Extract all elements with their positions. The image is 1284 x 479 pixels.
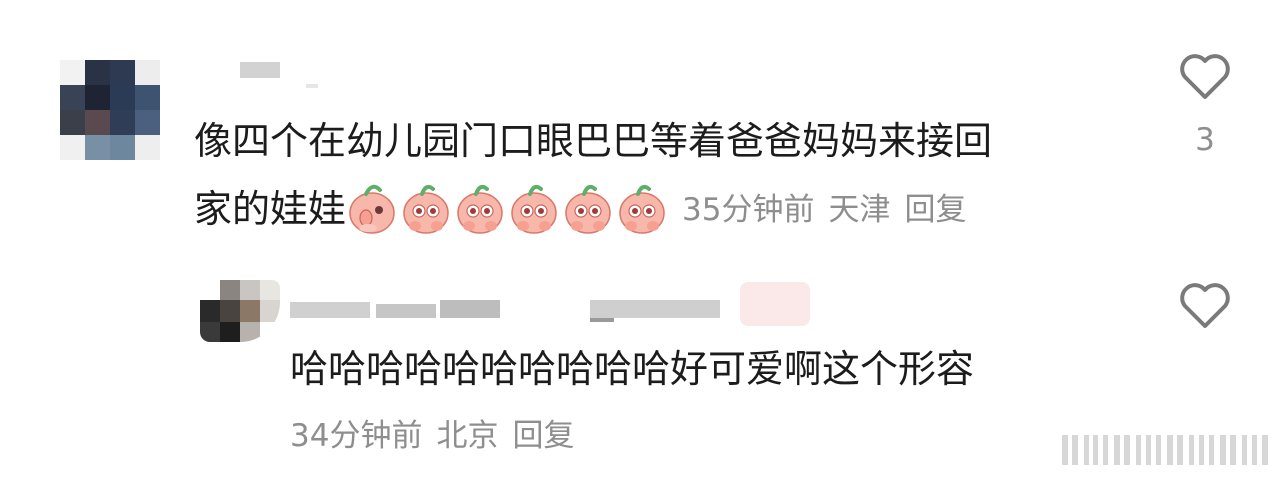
- peach-doll-emoji: [511, 184, 557, 234]
- reply-reply-button[interactable]: 回复: [512, 418, 574, 454]
- reply-meta: 34分钟前 北京 回复: [290, 414, 574, 458]
- comment-text-tail: 家的娃娃: [194, 187, 347, 231]
- peach-doll-emoji: [403, 184, 449, 234]
- watermark-logo: [1062, 435, 1268, 465]
- comment-text-line1: 像四个在幼儿园门口眼巴巴等着爸爸妈妈来接回: [194, 119, 993, 163]
- comment-time: 35分钟前: [682, 192, 815, 228]
- like-count: 3: [1195, 122, 1215, 158]
- comment-thread: 像四个在幼儿园门口眼巴巴等着爸爸妈妈来接回 家的娃娃 35分钟前 天津 回复 3 哈哈…: [0, 0, 1284, 479]
- peach-doll-emoji: [619, 184, 665, 234]
- emoji-row: [346, 180, 670, 254]
- reply-time: 34分钟前: [290, 418, 423, 454]
- comment-text-line2: 家的娃娃 35分钟前 天津 回复: [194, 178, 966, 254]
- comment-meta: 35分钟前 天津 回复: [682, 192, 966, 228]
- reply-text: 哈哈哈哈哈哈哈哈哈哈好可爱啊这个形容: [290, 347, 975, 391]
- avatar[interactable]: [60, 60, 160, 160]
- heart-outline-icon[interactable]: [1178, 53, 1232, 101]
- comment-location: 天津: [828, 192, 891, 228]
- heart-outline-icon[interactable]: [1178, 282, 1232, 330]
- reply-username-blurred[interactable]: [290, 282, 850, 326]
- reply-avatar[interactable]: [200, 280, 280, 342]
- reply-location: 北京: [436, 418, 499, 454]
- peach-doll-emoji: [565, 184, 611, 234]
- peach-doll-emoji: [349, 184, 395, 234]
- reply-button[interactable]: 回复: [904, 192, 966, 228]
- username-blurred[interactable]: [240, 62, 318, 88]
- peach-doll-emoji: [457, 184, 503, 234]
